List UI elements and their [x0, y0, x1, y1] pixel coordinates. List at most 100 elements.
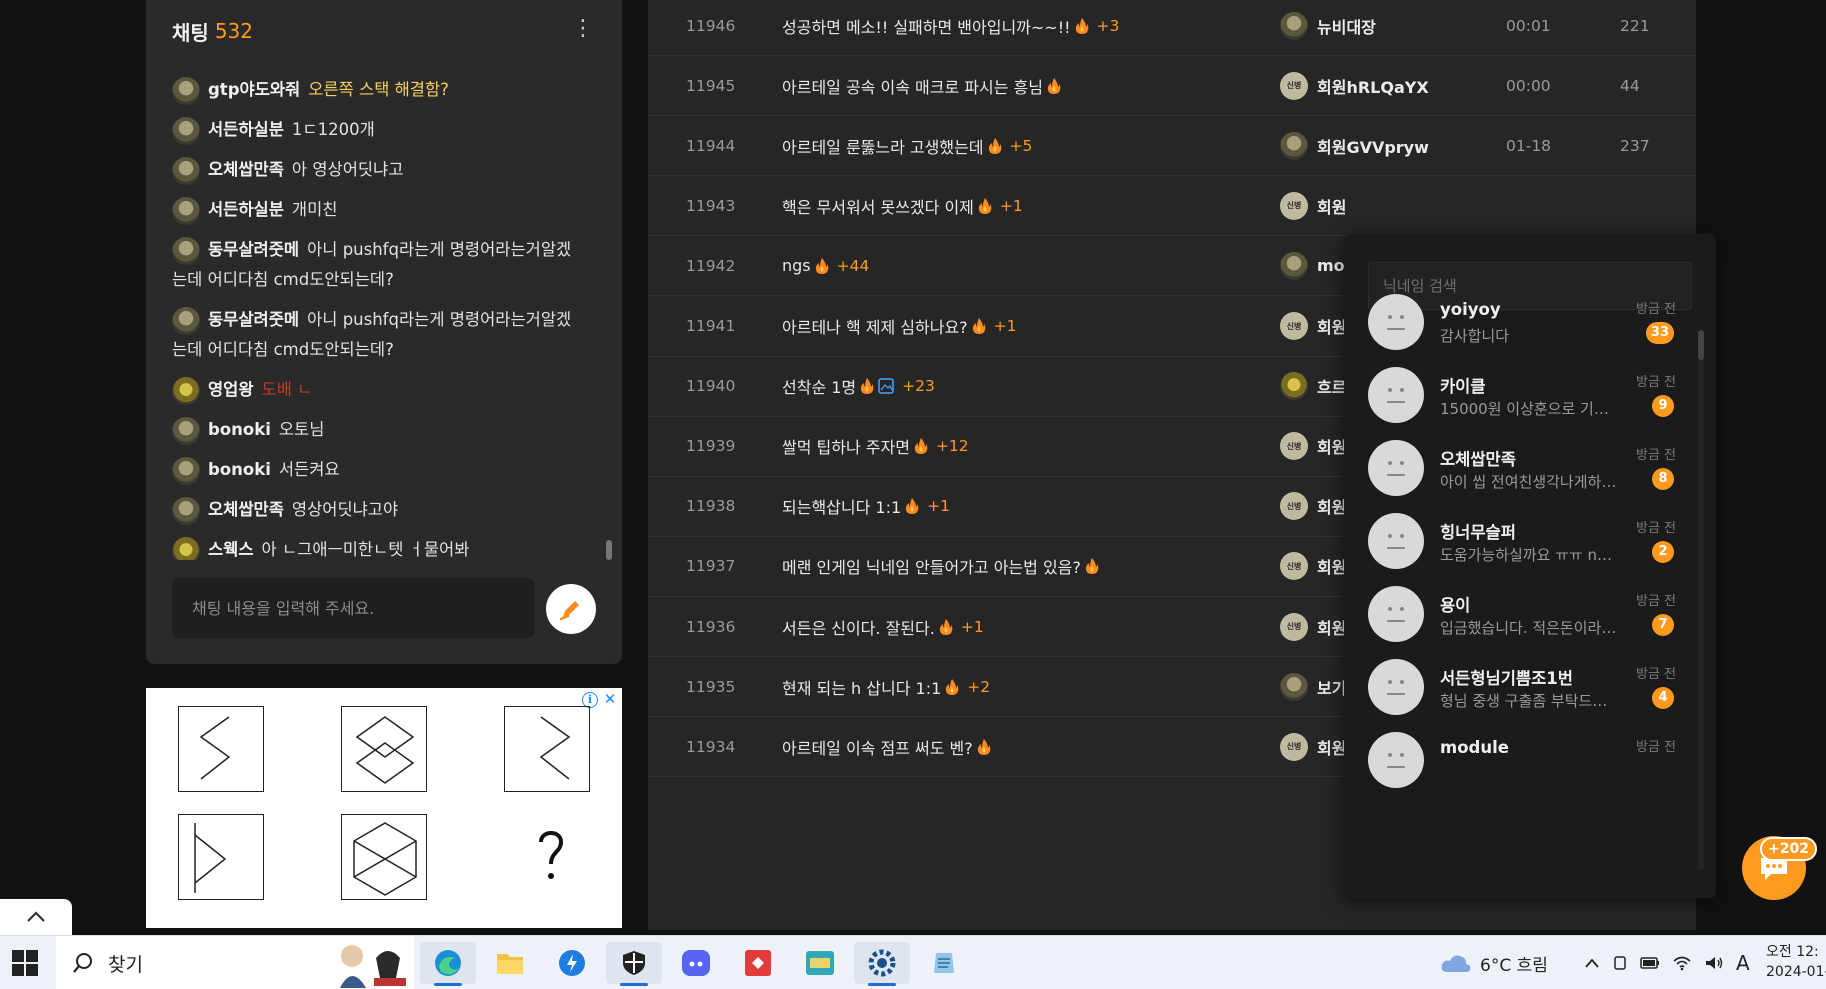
- chat-nick[interactable]: 오체쌉만족: [208, 500, 284, 519]
- taskbar-clock[interactable]: 오전 12: 2024-01-: [1766, 942, 1826, 982]
- device-icon[interactable]: [1612, 954, 1628, 972]
- post-author[interactable]: 신병 회원: [1280, 732, 1346, 761]
- post-title-text[interactable]: 핵은 무서워서 못쓰겠다 이제: [782, 194, 974, 218]
- post-author[interactable]: 뉴비대장: [1280, 11, 1376, 40]
- post-author[interactable]: 신병 회원: [1280, 492, 1346, 521]
- taskbar-search-box[interactable]: 찾기: [56, 936, 414, 989]
- post-title[interactable]: 아르테일 공속 이속 매크로 파시는 흥님: [782, 74, 1061, 98]
- chat-scrollbar[interactable]: [606, 540, 612, 560]
- taskbar-app-blue[interactable]: [544, 942, 600, 984]
- dm-item[interactable]: module 방금 전: [1368, 732, 1682, 792]
- dm-item[interactable]: 오체쌉만족 아이 씹 전여친생각나게하… 방금 전 8: [1368, 440, 1682, 500]
- post-title-text[interactable]: 선착순 1명: [782, 374, 856, 398]
- author-name[interactable]: 회원: [1317, 194, 1346, 218]
- scroll-up-button[interactable]: [0, 899, 72, 935]
- post-author[interactable]: 신병 회원: [1280, 432, 1346, 461]
- chat-nick[interactable]: 영업왕: [208, 380, 254, 399]
- post-author[interactable]: 보기: [1280, 672, 1346, 701]
- input-method-indicator[interactable]: A: [1736, 951, 1750, 975]
- author-name[interactable]: 회원: [1317, 494, 1346, 518]
- author-name[interactable]: 회원: [1317, 434, 1346, 458]
- post-title[interactable]: 선착순 1명 +23: [782, 374, 935, 398]
- post-author[interactable]: 회원GVVpryw: [1280, 131, 1429, 160]
- post-title[interactable]: 현재 되는 h 삽니다 1:1 +2: [782, 675, 990, 699]
- post-title[interactable]: 아르테나 핵 제제 심하나요? +1: [782, 314, 1017, 338]
- dm-item[interactable]: 카이클 15000원 이상훈으로 기… 방금 전 9: [1368, 367, 1682, 427]
- post-row[interactable]: 11944 아르테일 룬뚫느라 고생했는데 +5 회원GVVpryw 01-18 237: [648, 116, 1696, 177]
- post-author[interactable]: 신병 회원: [1280, 312, 1346, 340]
- post-title-text[interactable]: ngs: [782, 256, 811, 275]
- post-title[interactable]: 성공하면 메소!! 실패하면 밴아입니까~~!! +3: [782, 14, 1119, 38]
- wifi-icon[interactable]: [1672, 955, 1692, 971]
- author-name[interactable]: mo: [1317, 256, 1345, 275]
- chat-input[interactable]: [172, 578, 534, 638]
- author-name[interactable]: 회원hRLQaYX: [1317, 74, 1429, 98]
- post-title[interactable]: 메랜 인게임 닉네임 안들어가고 아는법 있음?: [782, 554, 1099, 578]
- post-title-text[interactable]: 아르테일 룬뚫느라 고생했는데: [782, 134, 984, 158]
- author-name[interactable]: 보기: [1317, 675, 1346, 699]
- author-name[interactable]: 회원: [1317, 615, 1346, 639]
- author-name[interactable]: 회원GVVpryw: [1317, 134, 1429, 158]
- taskbar-red-app[interactable]: [730, 942, 786, 984]
- ad-banner[interactable]: i ✕: [146, 688, 622, 928]
- battery-icon[interactable]: [1640, 956, 1660, 970]
- post-title[interactable]: 되는핵삽니다 1:1 +1: [782, 494, 950, 518]
- chevron-up-icon[interactable]: [1584, 957, 1600, 969]
- windows-start-icon[interactable]: [12, 950, 38, 976]
- chat-nick[interactable]: bonoki: [208, 420, 271, 439]
- post-author[interactable]: 신병 회원hRLQaYX: [1280, 71, 1429, 100]
- dm-scrollbar[interactable]: [1698, 330, 1704, 360]
- taskbar-cheat-engine[interactable]: [854, 942, 910, 986]
- post-title-text[interactable]: 아르테일 공속 이속 매크로 파시는 흥님: [782, 74, 1043, 98]
- post-author[interactable]: 신병 회원: [1280, 191, 1346, 220]
- post-row[interactable]: 11946 성공하면 메소!! 실패하면 밴아입니까~~!! +3 뉴비대장 00:01…: [648, 0, 1696, 56]
- speaker-icon[interactable]: [1704, 955, 1724, 971]
- post-author[interactable]: 흐르: [1280, 372, 1346, 401]
- post-title[interactable]: 쌀먹 팁하나 주자면 +12: [782, 434, 969, 458]
- author-name[interactable]: 회원: [1317, 554, 1346, 578]
- dm-item[interactable]: yoiyoy 감사합니다 방금 전 33: [1368, 294, 1682, 354]
- chat-nick[interactable]: 스웩스: [208, 540, 254, 559]
- dm-item[interactable]: 힝너무슬퍼 도움가능하실까요 ㅠㅠ n… 방금 전 2: [1368, 513, 1682, 573]
- dm-item[interactable]: 용이 입금했습니다. 적은돈이라… 방금 전 7: [1368, 586, 1682, 646]
- chat-nick[interactable]: 서든하실분: [208, 120, 284, 139]
- post-title[interactable]: 아르테일 이속 점프 써도 벤?: [782, 735, 991, 759]
- author-name[interactable]: 뉴비대장: [1317, 14, 1376, 38]
- chat-nick[interactable]: gtp야도와줘: [208, 80, 300, 99]
- weather-widget[interactable]: 6°C 흐림: [1440, 936, 1548, 989]
- chat-nick[interactable]: 서든하실분: [208, 200, 284, 219]
- post-title-text[interactable]: 쌀먹 팁하나 주자면: [782, 434, 910, 458]
- post-title-text[interactable]: 현재 되는 h 삽니다 1:1: [782, 675, 941, 699]
- chat-nick[interactable]: 동무살려줏메: [208, 240, 299, 259]
- post-title-text[interactable]: 서든은 신이다. 잘된다.: [782, 615, 935, 639]
- taskbar-notepad[interactable]: [916, 942, 972, 984]
- post-row[interactable]: 11945 아르테일 공속 이속 매크로 파시는 흥님 신병 회원hRLQaYX 00:…: [648, 56, 1696, 117]
- author-name[interactable]: 회원: [1317, 735, 1346, 759]
- post-title[interactable]: 아르테일 룬뚫느라 고생했는데 +5: [782, 134, 1032, 158]
- post-author[interactable]: 신병 회원: [1280, 612, 1346, 641]
- post-author[interactable]: mo: [1280, 251, 1345, 280]
- post-title-text[interactable]: 되는핵삽니다 1:1: [782, 494, 901, 518]
- chat-nick[interactable]: 오체쌉만족: [208, 160, 284, 179]
- chat-send-button[interactable]: [546, 584, 596, 634]
- author-name[interactable]: 흐르: [1317, 374, 1346, 398]
- post-title[interactable]: 핵은 무서워서 못쓰겠다 이제 +1: [782, 194, 1023, 218]
- post-row[interactable]: 11943 핵은 무서워서 못쓰겠다 이제 +1 신병 회원: [648, 176, 1696, 237]
- post-title-text[interactable]: 아르테나 핵 제제 심하나요?: [782, 314, 968, 338]
- post-title-text[interactable]: 아르테일 이속 점프 써도 벤?: [782, 735, 973, 759]
- more-vertical-icon[interactable]: ⋮: [572, 14, 594, 48]
- post-title-text[interactable]: 성공하면 메소!! 실패하면 밴아입니까~~!!: [782, 14, 1071, 38]
- chat-message-list[interactable]: gtp야도와줘 오른쪽 스택 해결함? 서든하실분 1ㄷ1200개 오체쌉만족 아 영…: [172, 70, 582, 560]
- post-author[interactable]: 신병 회원: [1280, 552, 1346, 581]
- taskbar-edge[interactable]: [420, 942, 476, 986]
- post-title[interactable]: 서든은 신이다. 잘된다. +1: [782, 615, 984, 639]
- taskbar-shield-app[interactable]: [606, 942, 662, 986]
- taskbar-discord[interactable]: [668, 942, 724, 984]
- chat-nick[interactable]: bonoki: [208, 460, 271, 479]
- author-name[interactable]: 회원: [1317, 314, 1346, 338]
- dm-item[interactable]: 서든형님기쁨조1번 형님 중생 구출좀 부탁드… 방금 전 4: [1368, 659, 1682, 719]
- chat-nick[interactable]: 동무살려줏메: [208, 310, 299, 329]
- taskbar-game-app[interactable]: [792, 942, 848, 984]
- taskbar-file-explorer[interactable]: [482, 942, 538, 984]
- post-title-text[interactable]: 메랜 인게임 닉네임 안들어가고 아는법 있음?: [782, 554, 1081, 578]
